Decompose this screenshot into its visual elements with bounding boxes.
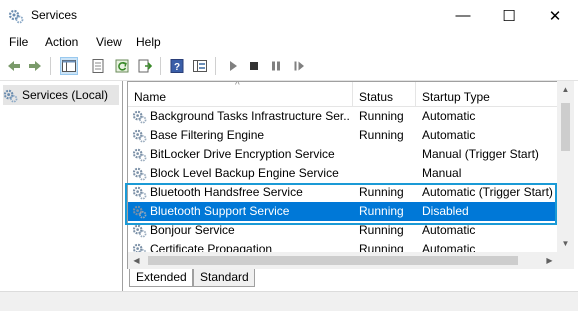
service-row[interactable]: Bonjour Service Running Automatic: [128, 221, 557, 240]
mmc-console-icon[interactable]: [192, 58, 208, 74]
service-status: Running: [359, 109, 404, 123]
toolbar-separator: [50, 57, 51, 75]
service-name: Base Filtering Engine: [150, 128, 265, 142]
service-gear-icon: [132, 166, 147, 181]
view-tabs: Extended Standard: [127, 269, 578, 291]
scroll-down-icon[interactable]: ▼: [557, 235, 574, 252]
show-hide-console-tree-icon[interactable]: [60, 57, 78, 75]
svg-text:?: ?: [174, 62, 180, 73]
services-gear-icon: [3, 89, 18, 102]
column-header-startup-type[interactable]: Startup Type: [416, 82, 557, 106]
service-name: BitLocker Drive Encryption Service: [150, 147, 335, 161]
service-row[interactable]: Background Tasks Infrastructure Ser... Ru…: [128, 107, 557, 126]
toolbar-separator: [160, 57, 161, 75]
console-tree: Services (Local): [0, 81, 123, 310]
service-gear-icon: [132, 109, 147, 124]
tree-item-label: Services (Local): [22, 88, 109, 102]
menu-view[interactable]: View: [96, 35, 122, 49]
scroll-up-icon[interactable]: ▲: [557, 81, 574, 98]
vertical-scrollbar[interactable]: ▲ ▼: [557, 81, 574, 252]
service-row[interactable]: Block Level Backup Engine Service Manual: [128, 164, 557, 183]
close-button[interactable]: ✕: [532, 0, 578, 31]
service-name: Bluetooth Support Service: [150, 204, 290, 218]
menu-action[interactable]: Action: [45, 35, 78, 49]
horizontal-scroll-thumb[interactable]: [148, 256, 518, 265]
service-status: Running: [359, 223, 404, 237]
minimize-button[interactable]: —: [440, 0, 486, 31]
tab-standard[interactable]: Standard: [193, 269, 255, 287]
service-name: Bonjour Service: [150, 223, 235, 237]
service-gear-icon: [132, 128, 147, 143]
menu-file[interactable]: File: [9, 35, 28, 49]
service-status: Running: [359, 185, 404, 199]
services-gear-icon: [8, 9, 24, 24]
service-startup-type: Disabled: [422, 204, 469, 218]
service-row[interactable]: Base Filtering Engine Running Automatic: [128, 126, 557, 145]
service-startup-type: Automatic: [422, 128, 476, 142]
scrollbar-corner: [557, 252, 574, 269]
service-startup-type: Automatic: [422, 223, 476, 237]
export-list-icon[interactable]: [137, 58, 153, 74]
forward-arrow-icon[interactable]: [27, 58, 43, 74]
service-gear-icon: [132, 204, 147, 219]
service-startup-type: Automatic: [422, 109, 476, 123]
service-row[interactable]: Bluetooth Support Service Running Disabled: [128, 202, 557, 221]
service-status: Running: [359, 128, 404, 142]
horizontal-scrollbar[interactable]: ◀ ▶: [127, 252, 558, 269]
tree-item-services-local[interactable]: Services (Local): [3, 85, 119, 105]
start-service-icon[interactable]: [225, 58, 241, 74]
list-header: ^ Name Status Startup Type: [128, 82, 557, 107]
service-gear-icon: [132, 147, 147, 162]
scroll-left-icon[interactable]: ◀: [128, 252, 145, 269]
help-icon[interactable]: ?: [169, 58, 185, 74]
maximize-button[interactable]: ☐: [486, 0, 532, 31]
properties-sheet-icon[interactable]: [90, 58, 106, 74]
service-name: Background Tasks Infrastructure Ser...: [150, 109, 350, 123]
pause-service-icon[interactable]: [268, 58, 284, 74]
service-row[interactable]: Bluetooth Handsfree Service Running Automa…: [128, 183, 557, 202]
toolbar-separator: [215, 57, 216, 75]
back-arrow-icon[interactable]: [6, 58, 22, 74]
restart-service-icon[interactable]: [291, 58, 307, 74]
refresh-icon[interactable]: [114, 58, 130, 74]
status-bar: [0, 291, 578, 311]
service-row[interactable]: BitLocker Drive Encryption Service Manual…: [128, 145, 557, 164]
service-gear-icon: [132, 185, 147, 200]
scroll-right-icon[interactable]: ▶: [541, 252, 558, 269]
vertical-scroll-thumb[interactable]: [561, 103, 570, 151]
service-name: Bluetooth Handsfree Service: [150, 185, 303, 199]
service-startup-type: Manual (Trigger Start): [422, 147, 539, 161]
column-header-name[interactable]: Name: [128, 82, 353, 106]
service-gear-icon: [132, 223, 147, 238]
title-bar: Services — ☐ ✕: [0, 0, 578, 31]
menu-help[interactable]: Help: [136, 35, 161, 49]
service-name: Block Level Backup Engine Service: [150, 166, 339, 180]
tab-extended[interactable]: Extended: [129, 269, 193, 287]
column-header-status[interactable]: Status: [353, 82, 416, 106]
services-list: ^ Name Status Startup Type Background Ta…: [127, 81, 557, 253]
toolbar: ?: [0, 53, 578, 81]
stop-service-icon[interactable]: [246, 58, 262, 74]
service-status: Running: [359, 204, 404, 218]
service-startup-type: Manual: [422, 166, 462, 180]
menu-bar: File Action View Help: [0, 31, 578, 53]
window-title: Services: [31, 8, 78, 22]
service-startup-type: Automatic (Trigger Start): [422, 185, 553, 199]
